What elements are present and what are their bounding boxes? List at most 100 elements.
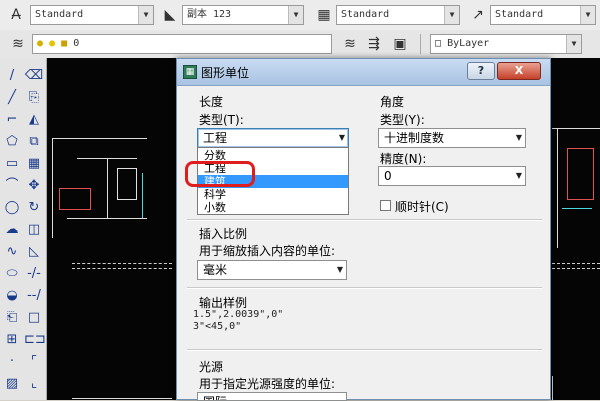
length-type-value: 工程 xyxy=(203,131,228,145)
plan-wall xyxy=(107,158,108,218)
revision-cloud-icon[interactable]: ☁ xyxy=(2,220,22,240)
array-icon[interactable]: ▦ xyxy=(24,154,44,174)
move-icon[interactable]: ✥ xyxy=(24,176,44,196)
arc-icon[interactable]: ⌒ xyxy=(2,176,22,196)
ellipse-icon[interactable]: ⬭ xyxy=(2,264,22,284)
text-style-icon[interactable]: A̶ xyxy=(6,5,26,25)
color-swatch-icon: □ xyxy=(435,38,442,49)
rectangle-icon[interactable]: ▭ xyxy=(2,154,22,174)
layer-states-icon[interactable]: ▣ xyxy=(390,34,410,54)
color-value: ByLayer xyxy=(447,38,490,49)
spline-icon[interactable]: ∿ xyxy=(2,242,22,262)
plan-furniture xyxy=(59,188,91,210)
chevron-down-icon: ▼ xyxy=(138,6,153,24)
chevron-down-icon: ▼ xyxy=(580,6,595,24)
toolbar-divider xyxy=(420,34,421,54)
output-sample-line: 3"<45,0" xyxy=(193,321,242,332)
copy-icon[interactable]: ⎘ xyxy=(24,88,44,108)
circle-icon[interactable]: ◯ xyxy=(2,198,22,218)
plan-wall xyxy=(52,138,53,238)
chamfer-icon[interactable]: ⌜ xyxy=(24,352,44,372)
join-icon[interactable]: ⊏⊐ xyxy=(24,330,46,350)
section-divider xyxy=(187,349,542,351)
text-style-combo[interactable]: Standard ▼ xyxy=(30,5,154,25)
styles-toolbar: A̶ Standard ▼ ◣ 副本 123 ▼ ▦ Standard ▼ ↗ … xyxy=(0,0,600,31)
drawing-units-dialog: ▦ 图形单位 ? X 长度 类型(T): 工程 ▼ 分数 工程 建筑 科学 小数… xyxy=(176,58,551,401)
chevron-down-icon: ▼ xyxy=(515,133,522,142)
angle-type-dropdown[interactable]: 十进制度数 ▼ xyxy=(378,128,526,148)
layer-previous-icon[interactable]: ⇶ xyxy=(364,34,384,54)
polygon-icon[interactable]: ⬠ xyxy=(2,132,22,152)
plan-wall xyxy=(557,128,558,248)
lighting-units-value: 国际 xyxy=(203,395,227,400)
table-style-icon[interactable]: ▦ xyxy=(314,5,334,25)
fillet-icon[interactable]: ⌞ xyxy=(24,374,44,394)
clockwise-checkbox[interactable] xyxy=(380,200,391,211)
chevron-down-icon: ▼ xyxy=(566,35,581,53)
break-icon[interactable]: □ xyxy=(24,308,44,328)
close-button[interactable]: X xyxy=(497,62,541,80)
dialog-titlebar[interactable]: ▦ 图形单位 ? X xyxy=(177,59,550,86)
annotation-highlight xyxy=(185,161,255,187)
line-icon[interactable]: / xyxy=(2,66,22,86)
make-block-icon[interactable]: ⊞ xyxy=(2,330,22,350)
angle-type-label: 类型(Y): xyxy=(380,113,425,127)
make-current-layer-icon[interactable]: ≋ xyxy=(340,34,360,54)
extend-icon[interactable]: --/ xyxy=(24,286,44,306)
mirror-icon[interactable]: ◭ xyxy=(24,110,44,130)
option-decimal[interactable]: 小数 xyxy=(198,201,348,214)
plan-furniture xyxy=(567,148,594,200)
lightbulb-icon: ● xyxy=(37,38,44,49)
help-button[interactable]: ? xyxy=(467,62,495,80)
lighting-desc: 用于指定光源强度的单位: xyxy=(199,377,336,391)
plan-wall xyxy=(52,138,147,139)
dim-style-value: 副本 123 xyxy=(187,9,232,20)
dim-style-combo[interactable]: 副本 123 ▼ xyxy=(182,5,304,25)
dialog-title: 图形单位 xyxy=(201,66,250,80)
dim-style-icon[interactable]: ◣ xyxy=(160,5,180,25)
offset-icon[interactable]: ⧉ xyxy=(24,132,44,152)
insert-block-icon[interactable]: ⎗ xyxy=(2,308,22,328)
layers-toolbar: ≋ ● ● ■ 0 ≋ ⇶ ▣ □ ByLayer ▼ xyxy=(0,30,600,59)
chevron-down-icon: ▼ xyxy=(515,171,522,180)
multileader-style-value: Standard xyxy=(495,9,544,20)
scale-icon[interactable]: ◫ xyxy=(24,220,44,240)
table-style-combo[interactable]: Standard ▼ xyxy=(336,5,460,25)
ellipse-arc-icon[interactable]: ◒ xyxy=(2,286,22,306)
lighting-heading: 光源 xyxy=(199,360,224,374)
sun-icon: ● xyxy=(49,38,56,49)
section-divider xyxy=(187,219,542,221)
trim-icon[interactable]: -/- xyxy=(24,264,44,284)
layer-combo[interactable]: ● ● ■ 0 xyxy=(32,34,332,54)
layer-manager-icon[interactable]: ≋ xyxy=(8,34,28,54)
hatch-icon[interactable]: ▨ xyxy=(2,374,22,394)
plan-border xyxy=(72,398,172,399)
plan-wall xyxy=(552,376,553,400)
plan-wall xyxy=(562,208,592,209)
rotate-icon[interactable]: ↻ xyxy=(24,198,44,218)
option-scientific[interactable]: 科学 xyxy=(198,188,348,201)
multileader-style-combo[interactable]: Standard ▼ xyxy=(490,5,596,25)
units-app-icon: ▦ xyxy=(183,65,197,79)
polyline-icon[interactable]: ⌐ xyxy=(2,110,22,130)
chevron-down-icon: ▼ xyxy=(288,6,303,24)
color-combo[interactable]: □ ByLayer ▼ xyxy=(430,34,582,54)
chevron-down-icon: ▼ xyxy=(444,6,459,24)
construction-line-icon[interactable]: ╱ xyxy=(2,88,22,108)
chevron-down-icon: ▼ xyxy=(338,133,345,142)
length-type-label: 类型(T): xyxy=(199,113,244,127)
multileader-style-icon[interactable]: ↗ xyxy=(468,5,488,25)
stretch-icon[interactable]: ◺ xyxy=(24,242,44,262)
layer-name: 0 xyxy=(73,38,80,49)
insertion-units-dropdown[interactable]: 毫米 ▼ xyxy=(197,260,347,280)
length-type-dropdown[interactable]: 工程 ▼ xyxy=(197,128,349,148)
plan-border xyxy=(72,263,172,269)
angle-precision-dropdown[interactable]: 0 ▼ xyxy=(378,166,526,186)
plan-wall xyxy=(67,218,147,219)
erase-icon[interactable]: ⌫ xyxy=(24,66,44,86)
point-icon[interactable]: · xyxy=(2,352,22,372)
output-sample-box: 1.5",2.0039",0" 3"<45,0" xyxy=(193,309,283,333)
output-sample-line: 1.5",2.0039",0" xyxy=(193,309,284,320)
plan-furniture xyxy=(117,168,137,200)
chevron-down-icon: ▼ xyxy=(336,265,343,274)
